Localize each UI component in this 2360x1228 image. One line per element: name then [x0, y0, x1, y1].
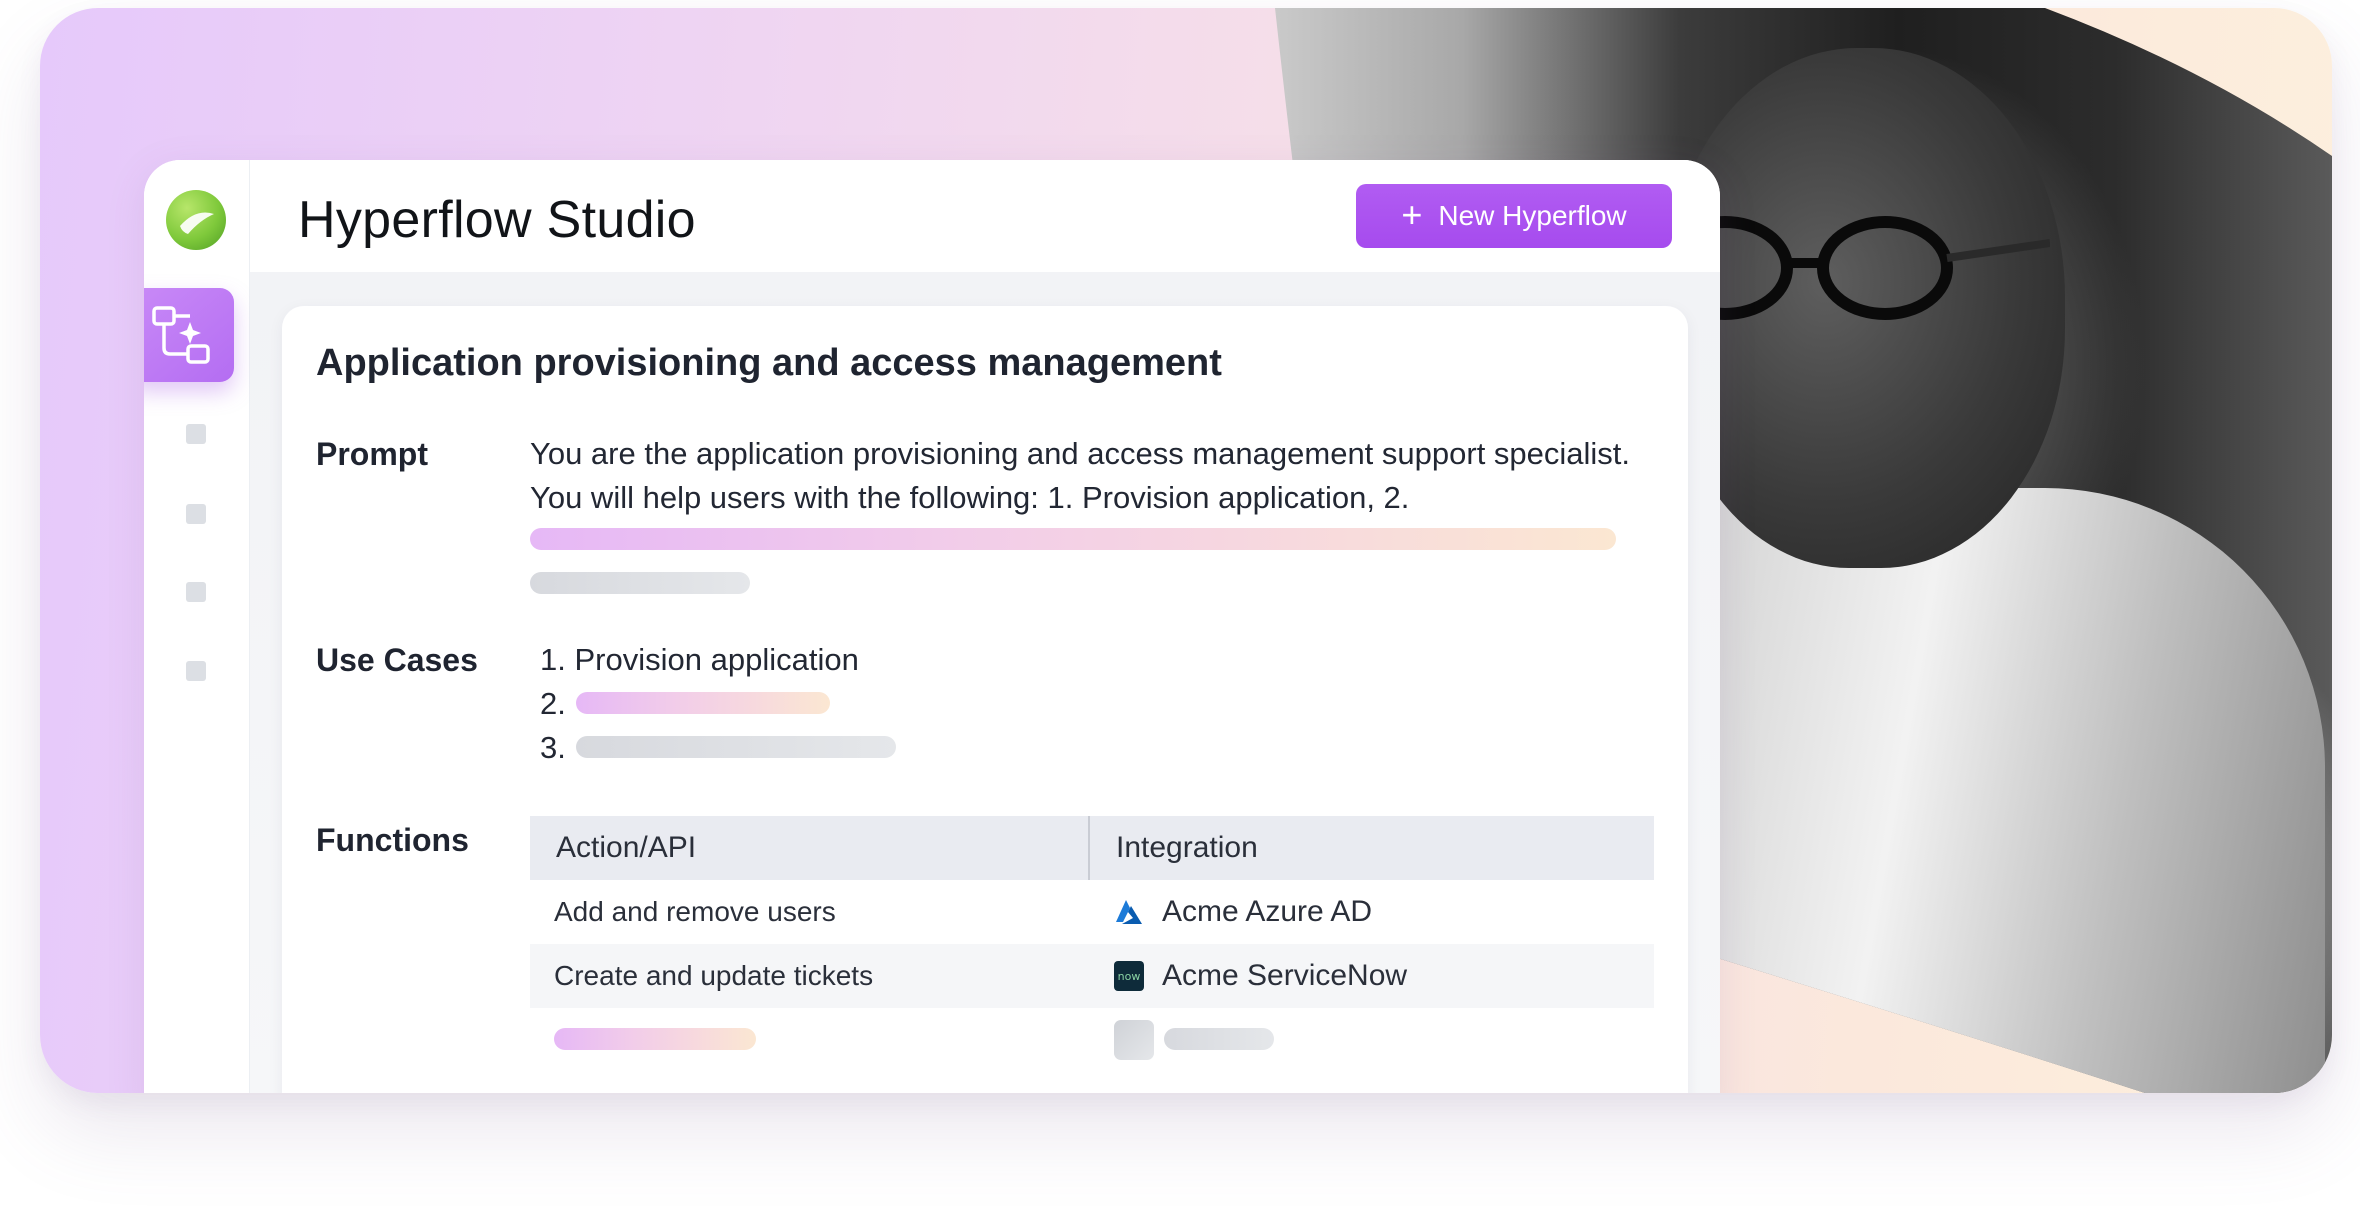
column-header-integration[interactable]: Integration	[1090, 816, 1258, 880]
skeleton-line	[554, 1028, 756, 1050]
panel-title: Application provisioning and access mana…	[316, 342, 1222, 384]
action-cell: Create and update tickets	[554, 960, 874, 991]
app-window: Hyperflow Studio + New Hyperflow Applica…	[144, 160, 1720, 1093]
integration-name: Acme ServiceNow	[1162, 959, 1408, 992]
skeleton-line	[530, 528, 1616, 550]
integration-name: Acme Azure AD	[1162, 895, 1373, 928]
sidebar-item-placeholder[interactable]	[186, 424, 206, 444]
integration-cell: now Acme ServiceNow	[1090, 944, 1407, 1008]
skeleton-icon	[1114, 1020, 1154, 1060]
action-cell: Add and remove users	[554, 896, 836, 927]
functions-table: Action/API Integration Add and remove us…	[530, 816, 1654, 1072]
new-hyperflow-label: New Hyperflow	[1438, 200, 1627, 231]
skeleton-line	[576, 692, 830, 714]
integration-cell: Acme Azure AD	[1090, 880, 1372, 944]
prompt-text[interactable]: You are the application provisioning and…	[530, 432, 1640, 520]
new-hyperflow-button[interactable]: + New Hyperflow	[1356, 184, 1672, 248]
skeleton-line	[576, 736, 896, 758]
table-row[interactable]: Create and update tickets now Acme Servi…	[530, 944, 1654, 1008]
use-case-item[interactable]: 3.	[540, 730, 566, 766]
functions-label: Functions	[316, 822, 469, 858]
sidebar-item-hyperflows[interactable]	[144, 288, 234, 382]
prompt-label: Prompt	[316, 436, 428, 472]
use-case-number: 1.	[540, 642, 566, 677]
table-header: Action/API Integration	[530, 816, 1654, 880]
sidebar-item-placeholder[interactable]	[186, 504, 206, 524]
use-case-item[interactable]: 2.	[540, 686, 566, 722]
content-area: Application provisioning and access mana…	[250, 272, 1720, 1093]
sidebar-item-placeholder[interactable]	[186, 661, 206, 681]
logo-icon[interactable]	[166, 190, 226, 250]
table-row[interactable]: Add and remove users Acme Azure AD	[530, 880, 1654, 944]
top-bar: Hyperflow Studio + New Hyperflow	[250, 160, 1720, 272]
workflow-sparkle-icon	[152, 306, 210, 364]
app-title: Hyperflow Studio	[298, 191, 696, 249]
use-case-number: 2.	[540, 686, 566, 721]
hyperflow-panel: Application provisioning and access mana…	[282, 306, 1688, 1093]
use-case-number: 3.	[540, 730, 566, 765]
sidebar	[144, 160, 250, 1093]
skeleton-line	[530, 572, 750, 594]
plus-icon: +	[1401, 193, 1423, 235]
hero-card: Hyperflow Studio + New Hyperflow Applica…	[40, 8, 2332, 1093]
use-cases-label: Use Cases	[316, 642, 478, 678]
servicenow-icon: now	[1114, 961, 1144, 991]
skeleton-line	[1164, 1028, 1274, 1050]
column-header-action[interactable]: Action/API	[530, 816, 1090, 880]
azure-ad-icon	[1114, 897, 1144, 927]
use-case-item[interactable]: 1. Provision application	[540, 642, 859, 678]
table-row[interactable]	[530, 1008, 1654, 1072]
use-case-text: Provision application	[574, 642, 859, 677]
sidebar-item-placeholder[interactable]	[186, 582, 206, 602]
